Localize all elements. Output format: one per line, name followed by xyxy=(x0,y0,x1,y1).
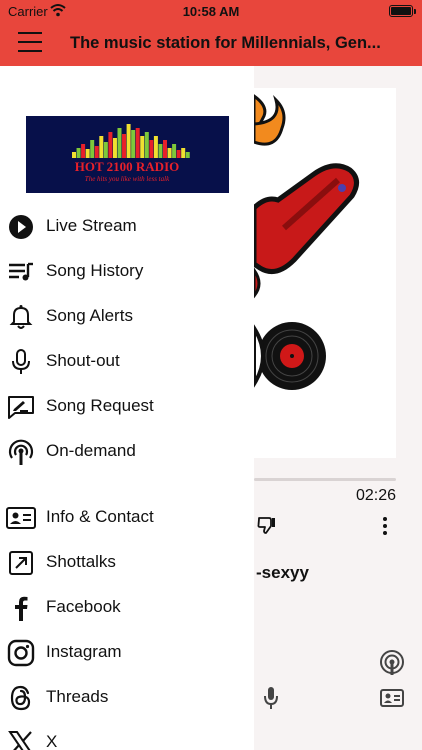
menu-item-label: Info & Contact xyxy=(46,507,154,526)
app-header: The music station for Millennials, Gen..… xyxy=(0,22,422,66)
logo-eq-bar xyxy=(81,144,86,158)
logo-eq-bar xyxy=(112,138,117,158)
logo-eq-bar xyxy=(185,152,190,158)
podcast-icon xyxy=(8,439,34,465)
menu-item-label: On-demand xyxy=(46,441,136,460)
logo-eq-bar xyxy=(131,130,136,158)
microphone-icon[interactable] xyxy=(262,686,280,710)
logo-eq-bar xyxy=(149,140,154,158)
logo-eq-bar xyxy=(117,128,122,158)
logo-eq-bar xyxy=(90,140,95,158)
menu-item-label: Live Stream xyxy=(46,216,137,235)
hamburger-icon xyxy=(18,32,42,34)
menu-item-on-demand[interactable]: On-demand xyxy=(0,431,254,471)
menu-item-info-contact[interactable]: Info & Contact xyxy=(0,497,254,537)
menu-item-shout-out[interactable]: Shout-out xyxy=(0,341,254,381)
logo-eq-bar xyxy=(153,136,158,158)
logo-eq-bar xyxy=(167,148,172,158)
thumbs-down-icon[interactable] xyxy=(256,514,278,536)
logo-eq-bar xyxy=(181,148,186,158)
logo-eq-bar xyxy=(176,150,181,158)
menu-item-live-stream[interactable]: Live Stream xyxy=(0,206,254,246)
x-icon xyxy=(8,731,32,750)
menu-item-label: Shottalks xyxy=(46,552,116,571)
player-panel: 02:26 -sexyy xyxy=(254,66,422,750)
logo-eq-bar xyxy=(163,140,167,158)
microphone-icon xyxy=(12,349,30,374)
playlist-icon xyxy=(9,262,33,281)
logo-eq-bar xyxy=(103,142,108,158)
logo-eq-bar xyxy=(172,144,177,158)
menu-item-label: Threads xyxy=(46,687,109,706)
menu-item-threads[interactable]: Threads xyxy=(0,677,254,717)
header-title: The music station for Millennials, Gen..… xyxy=(70,34,381,52)
more-options-icon[interactable] xyxy=(382,516,388,536)
navigation-drawer: HOT 2100 RADIO The hits you like with le… xyxy=(0,66,254,750)
menu-item-x[interactable]: X xyxy=(0,722,254,750)
playback-progress-bar[interactable] xyxy=(254,478,396,481)
contact-card-icon xyxy=(6,507,36,529)
menu-item-song-history[interactable]: Song History xyxy=(0,251,254,291)
menu-item-label: Song Alerts xyxy=(46,306,133,325)
instagram-icon xyxy=(7,639,35,667)
logo-eq-bar xyxy=(99,136,104,158)
track-duration: 02:26 xyxy=(355,487,396,504)
menu-item-label: Song Request xyxy=(46,396,154,415)
status-bar: Carrier 10:58 AM xyxy=(0,0,422,22)
logo-eq-bar xyxy=(135,128,140,158)
logo-eq-bar xyxy=(76,148,81,158)
station-logo: HOT 2100 RADIO The hits you like with le… xyxy=(26,116,229,193)
logo-eq-bar xyxy=(94,146,99,158)
logo-name: HOT 2100 RADIO xyxy=(75,159,180,174)
logo-eq-bar xyxy=(158,144,163,158)
menu-item-song-request[interactable]: Song Request xyxy=(0,386,254,426)
logo-eq-bar xyxy=(85,149,90,158)
logo-eq-bar xyxy=(126,124,131,158)
bell-icon xyxy=(9,305,33,329)
track-title: -sexyy xyxy=(256,563,309,582)
contact-card-icon[interactable] xyxy=(380,688,404,708)
menu-toggle-button[interactable] xyxy=(18,32,42,54)
menu-item-label: Instagram xyxy=(46,642,122,661)
external-link-icon xyxy=(9,551,33,575)
battery-icon xyxy=(389,5,416,17)
threads-icon xyxy=(10,685,31,711)
menu-item-label: X xyxy=(46,732,58,750)
menu-item-facebook[interactable]: Facebook xyxy=(0,587,254,627)
menu-item-song-alerts[interactable]: Song Alerts xyxy=(0,296,254,336)
logo-eq-bar xyxy=(140,136,145,158)
menu-item-instagram[interactable]: Instagram xyxy=(0,632,254,672)
play-circle-icon xyxy=(9,215,33,239)
logo-tagline: The hits you like with less talk xyxy=(85,175,170,183)
logo-eq-bar xyxy=(144,132,149,158)
logo-eq-bar xyxy=(72,152,76,158)
album-artwork xyxy=(254,88,396,458)
podcast-icon[interactable] xyxy=(379,650,405,676)
menu-item-label: Song History xyxy=(46,261,144,280)
logo-eq-bar xyxy=(108,132,113,158)
facebook-icon xyxy=(15,596,28,621)
request-icon xyxy=(8,396,34,419)
clock: 10:58 AM xyxy=(182,4,240,19)
menu-item-label: Shout-out xyxy=(46,351,120,370)
logo-eq-bar xyxy=(122,134,127,158)
menu-item-label: Facebook xyxy=(46,597,121,616)
menu-item-shottalks[interactable]: Shottalks xyxy=(0,542,254,582)
